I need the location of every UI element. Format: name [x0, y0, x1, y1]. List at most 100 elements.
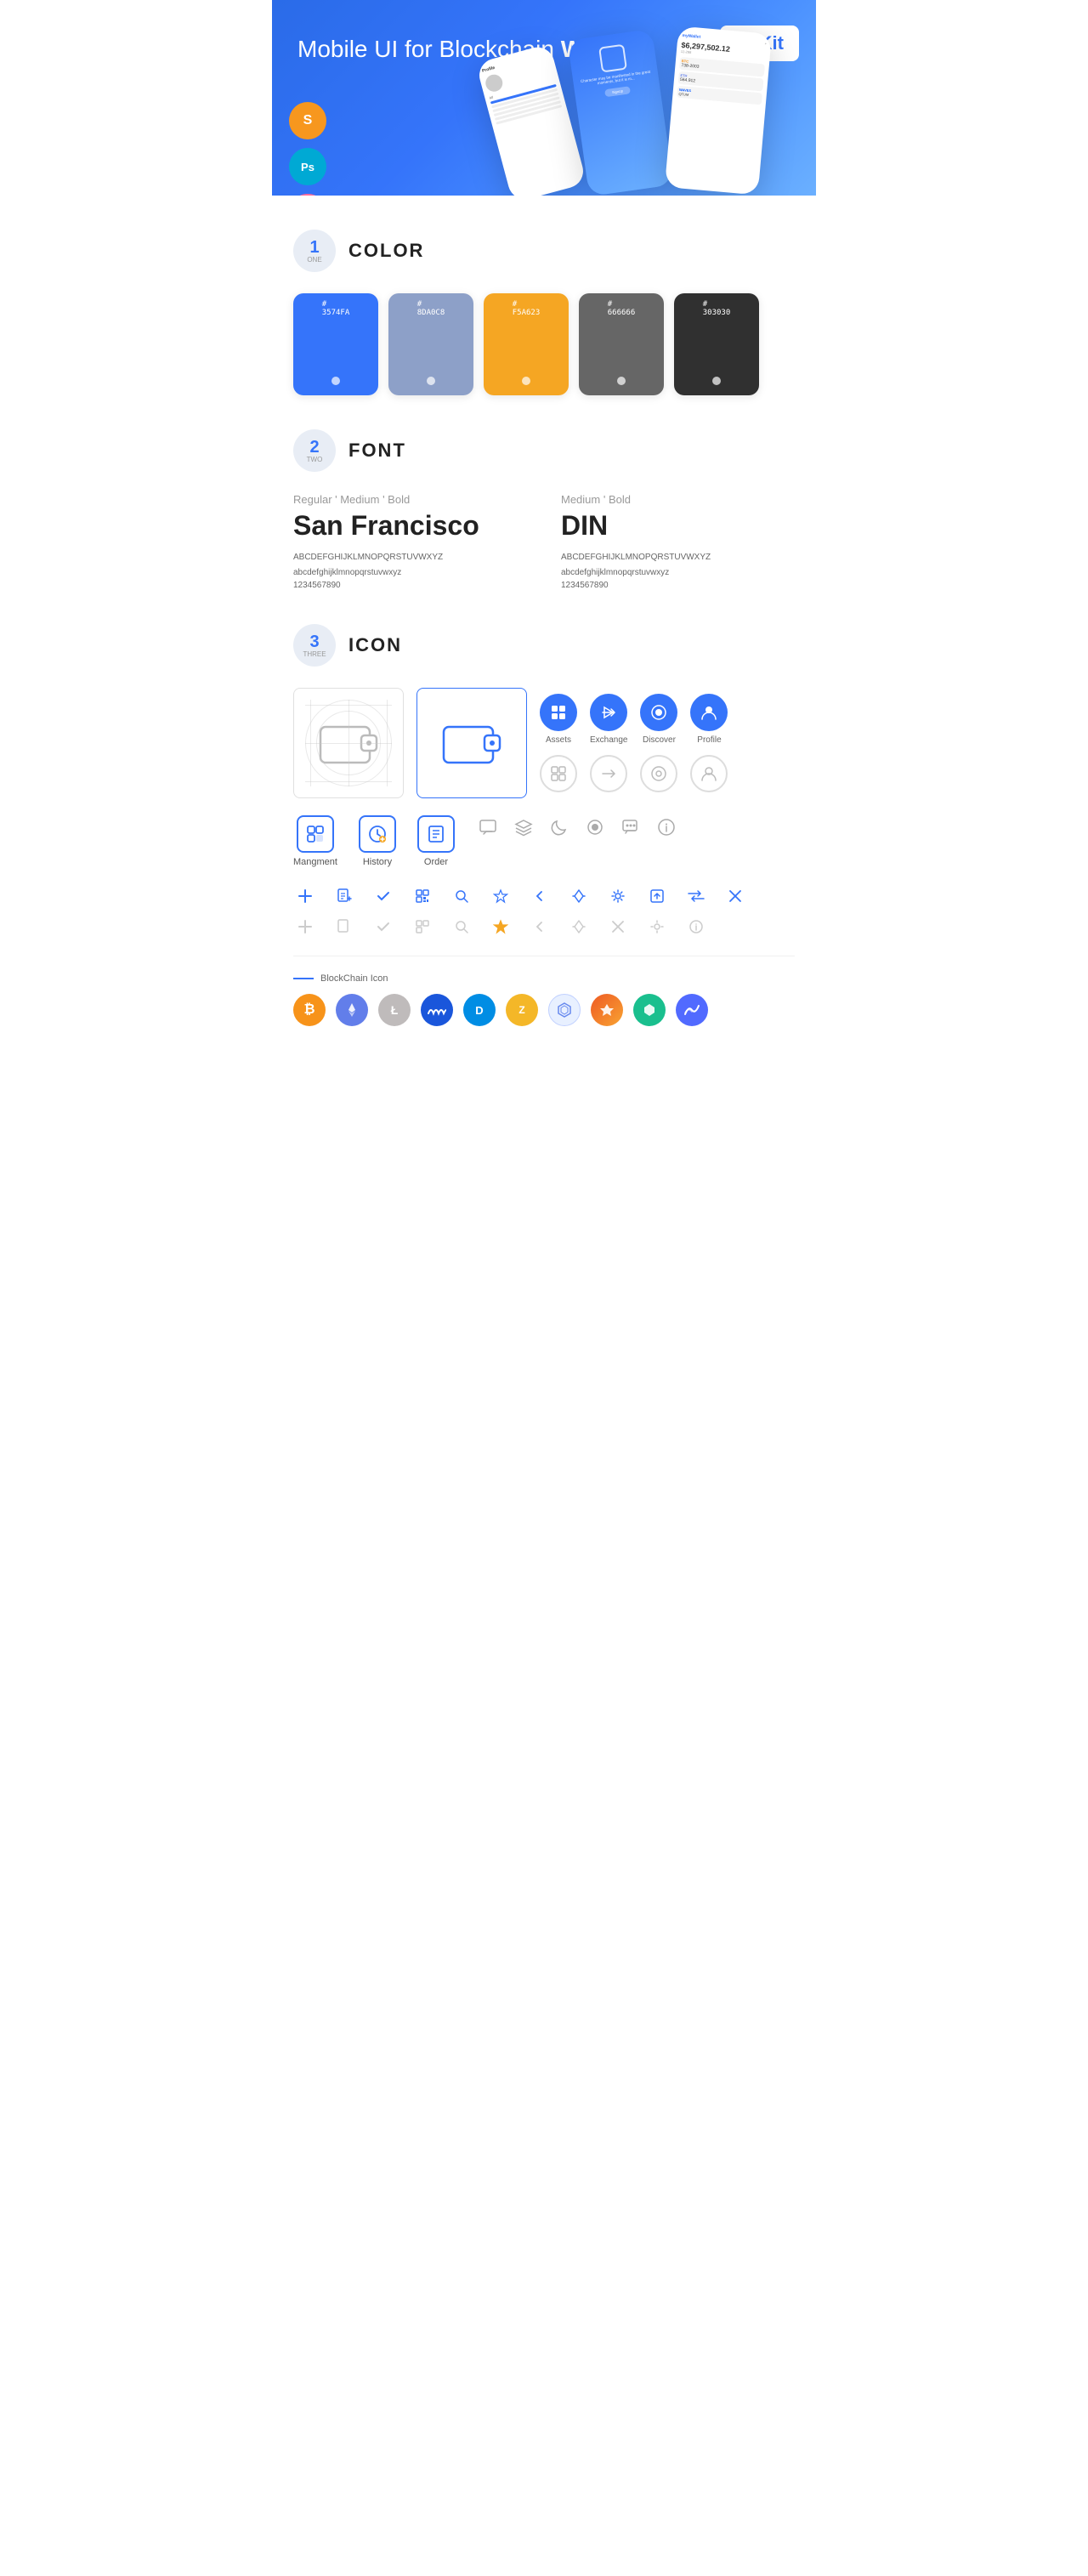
discover-icon-filled: Discover [640, 694, 677, 745]
main-content: 1 ONE COLOR #3574FA #8DA0C8 #F5A623 #666… [272, 196, 816, 1086]
icon-section-header: 3 THREE ICON [293, 624, 795, 667]
swatch-gray-blue: #8DA0C8 [388, 293, 473, 395]
switch-icon [684, 884, 708, 908]
font-title: FONT [348, 440, 406, 462]
exchange-label: Exchange [590, 735, 627, 745]
wallet-outline-icon [319, 720, 378, 767]
check-icon-outline [371, 915, 395, 939]
history-icon-img [359, 815, 396, 853]
assets-icon-filled: Assets [540, 694, 577, 745]
utility-icons-row-blue [293, 884, 795, 908]
font-section-header: 2 TWO FONT [293, 429, 795, 472]
sf-numbers: 1234567890 [293, 581, 527, 590]
color-section-header: 1 ONE COLOR [293, 230, 795, 272]
crypto-icons-row: ₿ Ł D Z [293, 994, 795, 1026]
din-lowercase: abcdefghijklmnopqrstuvwxyz [561, 565, 795, 581]
info-icon-outline [684, 915, 708, 939]
app-icons-filled: Assets Exchange [540, 694, 728, 792]
din-uppercase: ABCDEFGHIJKLMNOPQRSTUVWXYZ [561, 550, 795, 565]
management-icon: Mangment [293, 815, 337, 867]
settings-icon [606, 884, 630, 908]
din-numbers: 1234567890 [561, 581, 795, 590]
mgmt-icons-row: Mangment History [293, 815, 795, 867]
dash-icon: D [463, 994, 496, 1026]
font-grid: Regular ' Medium ' Bold San Francisco AB… [293, 493, 795, 590]
color-section: 1 ONE COLOR #3574FA #8DA0C8 #F5A623 #666… [293, 230, 795, 395]
chevron-left-icon-outline [528, 915, 552, 939]
qr-icon [411, 884, 434, 908]
wallet-outline-showcase [293, 688, 404, 798]
din-styles: Medium ' Bold [561, 493, 795, 506]
color-swatches: #3574FA #8DA0C8 #F5A623 #666666 #303030 [293, 293, 795, 395]
utility-icons-row-outline [293, 915, 795, 939]
misc-icons [476, 815, 678, 839]
swatch-dot [617, 377, 626, 385]
exchange-circle-outline [590, 755, 627, 792]
phone-right: myWallet + $6,297,502.12 12-298 BTC 738-… [665, 26, 772, 196]
share-icon [567, 884, 591, 908]
band-icon [676, 994, 708, 1026]
swatch-blue: #3574FA [293, 293, 378, 395]
exchange-icon-filled: Exchange [590, 694, 627, 745]
assets-icon-outline [540, 755, 577, 792]
layers-icon [512, 815, 536, 839]
eth-icon [336, 994, 368, 1026]
management-label: Mangment [293, 857, 337, 867]
swatch-dot [712, 377, 721, 385]
sf-styles: Regular ' Medium ' Bold [293, 493, 527, 506]
assets-circle-outline [540, 755, 577, 792]
phones-mockup: Profile All Character may be manifested … [476, 26, 816, 196]
exchange-circle [590, 694, 627, 731]
management-icon-img [297, 815, 334, 853]
speech-icon [619, 815, 643, 839]
wallet-filled-showcase [416, 688, 527, 798]
icon-large-grid: Assets Exchange [293, 688, 795, 798]
swatch-dot [332, 377, 340, 385]
chevron-left-icon [528, 884, 552, 908]
knc-icon [633, 994, 666, 1026]
icon-section: 3 THREE ICON [293, 624, 795, 1026]
ltc-icon: Ł [378, 994, 411, 1026]
blockchain-label-row: BlockChain Icon [293, 973, 795, 984]
blockchain-text: BlockChain Icon [320, 973, 388, 984]
assets-circle [540, 694, 577, 731]
app-icons-row-outline [540, 755, 728, 792]
search-icon-outline [450, 915, 473, 939]
exchange-icon-outline [590, 755, 627, 792]
sf-name: San Francisco [293, 510, 527, 542]
swatch-orange: #F5A623 [484, 293, 569, 395]
btc-icon: ₿ [293, 994, 326, 1026]
phone-mid: Character may be manifested in the great… [568, 29, 674, 196]
discover-icon-outline [640, 755, 677, 792]
swatch-dot [427, 377, 435, 385]
check-icon [371, 884, 395, 908]
swatch-gray: #666666 [579, 293, 664, 395]
discover-circle-outline [640, 755, 677, 792]
plus-icon-outline [293, 915, 317, 939]
upload-box-icon [645, 884, 669, 908]
assets-label: Assets [546, 735, 571, 745]
circle-icon [583, 815, 607, 839]
icon-section-number: 3 THREE [293, 624, 336, 667]
profile-label: Profile [697, 735, 721, 745]
qr-icon-outline [411, 915, 434, 939]
swatch-dot [522, 377, 530, 385]
moon-icon [547, 815, 571, 839]
zec-icon: Z [506, 994, 538, 1026]
order-icon: Order [417, 815, 455, 867]
color-title: COLOR [348, 240, 424, 262]
sketch-badge: S [289, 102, 326, 139]
swatch-dark: #303030 [674, 293, 759, 395]
blockchain-line [293, 978, 314, 979]
star-icon [489, 884, 513, 908]
close-icon [723, 884, 747, 908]
star-icon-filled-orange [489, 915, 513, 939]
wallet-filled-icon [442, 720, 502, 767]
color-section-number: 1 ONE [293, 230, 336, 272]
font-din: Medium ' Bold DIN ABCDEFGHIJKLMNOPQRSTUV… [561, 493, 795, 590]
icon-title: ICON [348, 634, 402, 656]
app-icons-row-filled: Assets Exchange [540, 694, 728, 745]
font-sf: Regular ' Medium ' Bold San Francisco AB… [293, 493, 527, 590]
ps-badge: Ps [289, 148, 326, 185]
rep-icon [591, 994, 623, 1026]
